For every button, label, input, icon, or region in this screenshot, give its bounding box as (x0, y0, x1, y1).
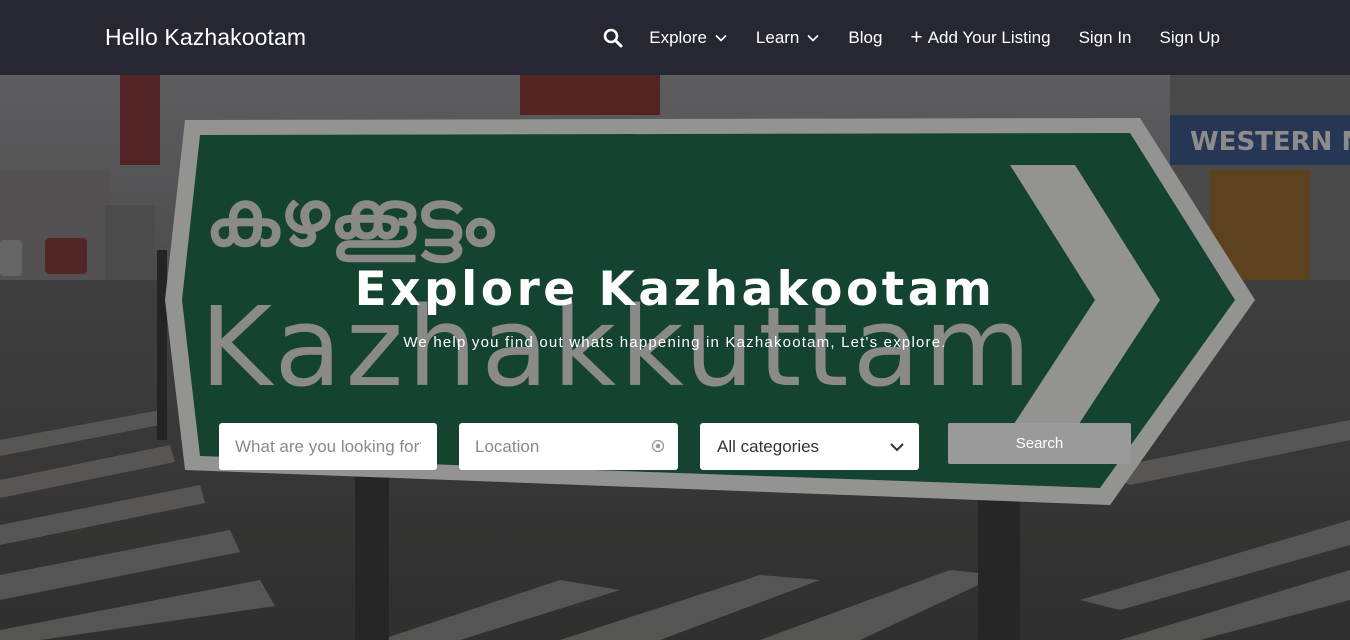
hero-subtitle: We help you find out whats happening in … (403, 334, 947, 351)
hero-title: Explore Kazhakootam (354, 262, 996, 317)
search-icon[interactable] (603, 27, 625, 49)
sign-in-link[interactable]: Sign In (1079, 28, 1132, 48)
main-nav: Explore Learn Blog + Add Your Listing Si… (603, 0, 1220, 75)
nav-learn-label: Learn (755, 27, 800, 47)
plus-icon: + (910, 26, 923, 49)
hero-section: കഴക്കൂട്ടം Kazhakkuttam WESTERN M (0, 75, 1350, 640)
sign-up-link[interactable]: Sign Up (1160, 28, 1220, 48)
nav-explore-dropdown[interactable]: Explore (649, 28, 728, 48)
nav-learn-dropdown[interactable]: Learn (756, 28, 820, 48)
nav-blog-link[interactable]: Blog (848, 28, 882, 48)
add-listing-label: Add Your Listing (927, 27, 1051, 47)
locate-me-icon[interactable] (651, 439, 665, 453)
location-input[interactable] (459, 423, 678, 470)
keyword-input[interactable] (219, 423, 437, 470)
chevron-down-icon (890, 443, 904, 452)
add-listing-link[interactable]: + Add Your Listing (910, 27, 1050, 48)
site-logo-link[interactable]: Hello Kazhakootam (105, 24, 306, 51)
location-field (459, 423, 678, 470)
category-select[interactable]: All categories (700, 423, 919, 470)
hero-background-image: കഴക്കൂട്ടം Kazhakkuttam WESTERN M (0, 75, 1350, 640)
search-button[interactable]: Search (948, 423, 1131, 464)
keyword-field (219, 423, 437, 470)
chevron-down-icon (807, 34, 819, 42)
top-navbar: Hello Kazhakootam Explore Learn Blog + A… (0, 0, 1350, 75)
category-selected-value: All categories (717, 436, 820, 456)
nav-explore-label: Explore (649, 27, 707, 47)
chevron-down-icon (715, 34, 727, 42)
